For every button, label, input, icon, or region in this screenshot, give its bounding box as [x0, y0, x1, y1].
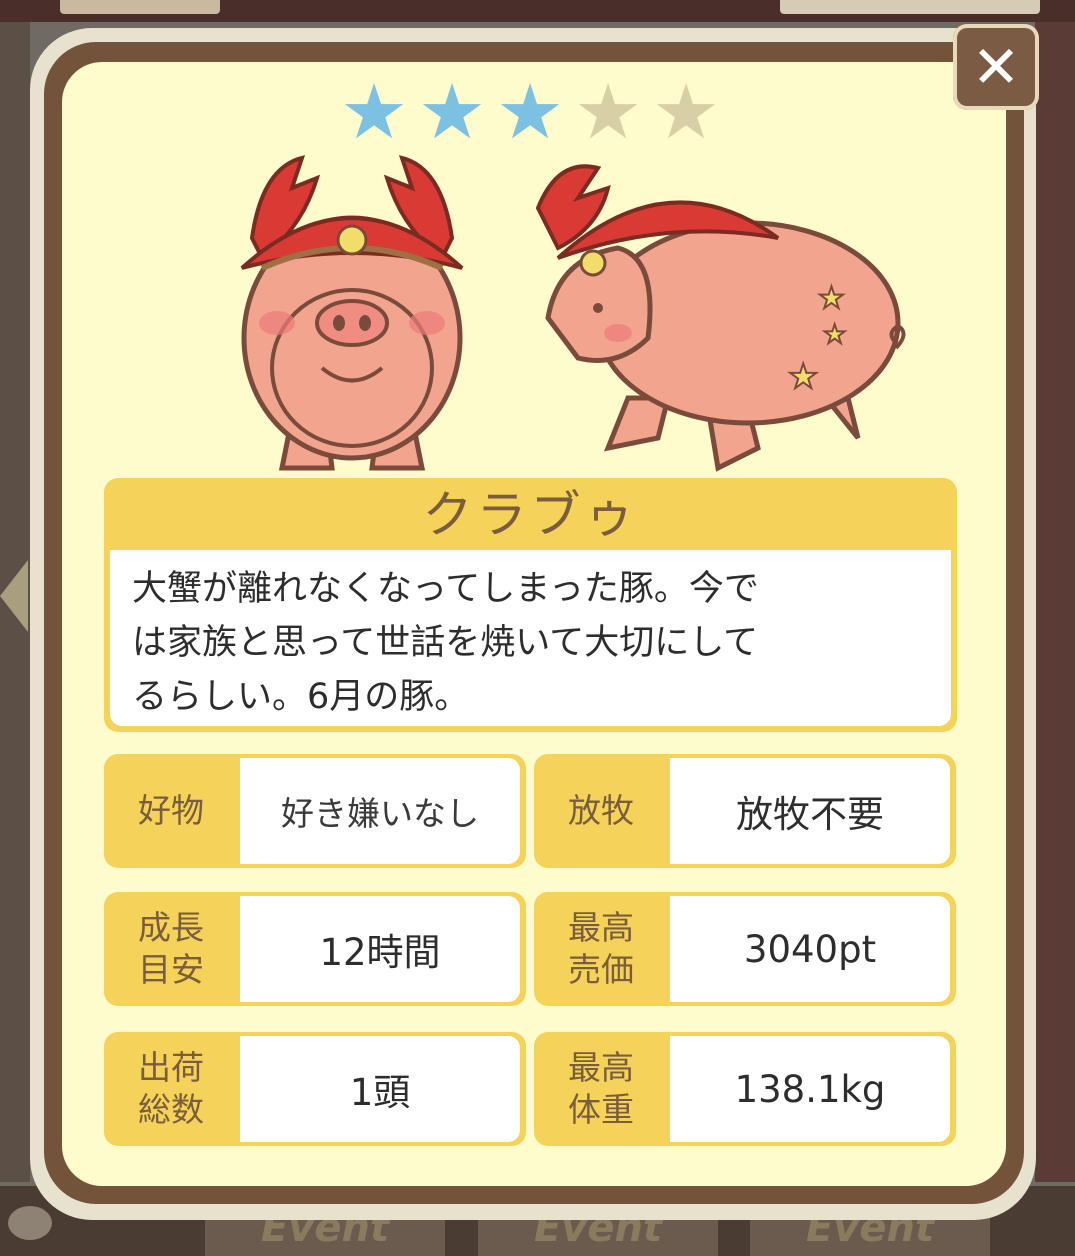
stat-value: 1頭 — [240, 1036, 520, 1142]
pig-nose-icon — [8, 1206, 52, 1240]
stat-value: 3040pt — [670, 896, 950, 1002]
stat-value: 放牧不要 — [670, 758, 950, 864]
svg-text:★: ★ — [818, 281, 845, 316]
pig-name-panel: クラブゥ 大蟹が離れなくなってしまった豚。今で は家族と思って世話を焼いて大切に… — [104, 478, 957, 732]
stat-max-weight: 最高 体重 138.1kg — [534, 1032, 956, 1146]
pig-front-illustration — [240, 155, 464, 471]
description-line: は家族と思って世話を焼いて大切にして — [132, 623, 759, 663]
stat-grazing: 放牧 放牧不要 — [534, 754, 956, 868]
description-line: るらしい。6月の豚。 — [132, 677, 470, 717]
background-right-edge — [1035, 22, 1075, 1182]
stat-shipped-total: 出荷 総数 1頭 — [104, 1032, 526, 1146]
pig-description: 大蟹が離れなくなってしまった豚。今で は家族と思って世話を焼いて大切にして るら… — [132, 562, 932, 724]
star-filled-icon: ★ — [496, 67, 565, 156]
stat-label: 最高 売価 — [568, 908, 634, 989]
star-empty-icon: ★ — [574, 67, 643, 156]
pig-side-illustration: ★ ★ ★ — [535, 164, 906, 472]
stat-label: 出荷 総数 — [138, 1048, 204, 1129]
stat-label: 好物 — [138, 791, 204, 830]
previous-arrow-icon — [0, 560, 28, 632]
svg-text:★: ★ — [823, 320, 846, 350]
background-bar — [60, 0, 220, 14]
close-button[interactable]: ✕ — [953, 24, 1039, 110]
stat-favorite: 好物 好き嫌いなし — [104, 754, 526, 868]
svg-text:★: ★ — [788, 357, 818, 397]
background-top-bar — [0, 0, 1075, 22]
stat-max-price: 最高 売価 3040pt — [534, 892, 956, 1006]
stat-label: 成長 目安 — [138, 908, 204, 989]
stat-growth-time: 成長 目安 12時間 — [104, 892, 526, 1006]
stat-label: 放牧 — [568, 791, 634, 830]
close-icon: ✕ — [971, 33, 1021, 101]
stat-label: 最高 体重 — [568, 1048, 634, 1129]
star-empty-icon: ★ — [652, 67, 721, 156]
stat-value: 138.1kg — [670, 1036, 950, 1142]
stat-value: 好き嫌いなし — [240, 758, 520, 864]
pig-name: クラブゥ — [422, 486, 639, 544]
pig-description-box: 大蟹が離れなくなってしまった豚。今で は家族と思って世話を焼いて大切にして るら… — [110, 550, 951, 726]
description-line: 大蟹が離れなくなってしまった豚。今で — [132, 569, 759, 609]
background-bar — [780, 0, 1040, 14]
stat-value: 12時間 — [240, 896, 520, 1002]
